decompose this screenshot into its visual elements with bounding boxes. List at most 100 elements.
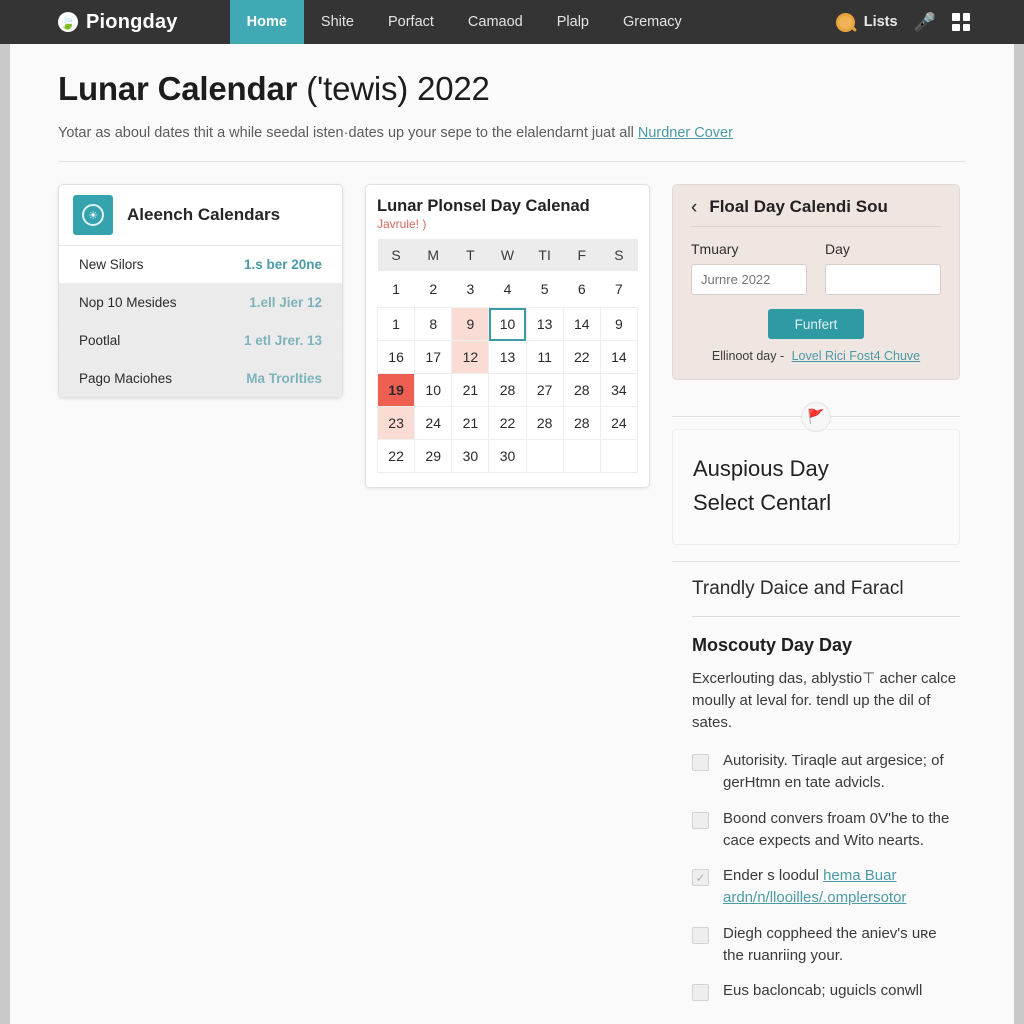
- trandly-divider: [692, 616, 960, 618]
- nav-link-camaod[interactable]: Camaod: [451, 0, 540, 44]
- calendar-day-cell[interactable]: 14: [599, 340, 639, 374]
- panel-header: ‹ Floal Day Calendi Sou: [691, 197, 941, 227]
- checklist-item: Boond convers froam 0V'he to the cace ex…: [692, 808, 960, 852]
- list-item-label: Pootlal: [79, 333, 121, 348]
- calendar-day-cell[interactable]: 9: [451, 307, 490, 341]
- day-input[interactable]: [825, 264, 941, 295]
- aleench-calendars-card: ☀ Aleench Calendars New Silors 1.s ber 2…: [58, 184, 343, 398]
- checklist-item: ✓ Ender s loodul hema Buar ardn/n/llooil…: [692, 865, 960, 909]
- search-button[interactable]: Lists: [835, 12, 898, 32]
- calendar-index-cell: 4: [503, 281, 512, 297]
- apps-grid-icon[interactable]: [952, 13, 970, 31]
- calendar-week-row: 22 29 30 30: [376, 439, 639, 473]
- calendar-day-cell[interactable]: 28: [562, 406, 601, 440]
- calendar-day-cell[interactable]: 21: [451, 373, 490, 407]
- floal-day-calendar-panel: ‹ Floal Day Calendi Sou Tmuary Day: [672, 184, 960, 380]
- auspicious-day-card: Auspious Day Select Centarl: [672, 429, 960, 546]
- checkbox-unchecked-icon[interactable]: [692, 754, 709, 772]
- calendar-day-cell[interactable]: 27: [525, 373, 564, 407]
- checklist-item-text-wrapper: Ender s loodul hema Buar ardn/n/llooille…: [723, 865, 960, 909]
- nav-link-porfact[interactable]: Porfact: [371, 0, 451, 44]
- moscouty-checklist: Autorisity. Tiraqle aut argesice; of ger…: [692, 750, 960, 1002]
- month-field-label: Tmuary: [691, 241, 739, 257]
- checklist-item-text: Diegh coppheed the aniev's uʀe the ruanr…: [723, 924, 937, 964]
- calendar-day-cell[interactable]: 17: [414, 340, 453, 374]
- day-field-label: Day: [825, 241, 850, 257]
- calendar-day-cell[interactable]: 30: [451, 439, 490, 473]
- calendar-circle-icon: ☀: [73, 195, 113, 235]
- list-item-value: 1 etl Jrer. 13: [243, 333, 322, 348]
- calendar-day-cell[interactable]: 22: [376, 439, 416, 473]
- brand[interactable]: 🍃 Piongday: [0, 0, 202, 44]
- weekday-header: F: [563, 239, 601, 271]
- calendar-day-cell-selected[interactable]: 10: [488, 307, 527, 341]
- calendar-day-cell[interactable]: 1: [376, 307, 416, 341]
- list-item-value: Ma Trorlties: [246, 371, 322, 386]
- checkbox-unchecked-icon[interactable]: [692, 811, 709, 829]
- submit-button[interactable]: Funfert: [768, 309, 864, 339]
- calendar-day-cell[interactable]: 23: [376, 406, 416, 440]
- checkbox-unchecked-icon[interactable]: [692, 926, 709, 944]
- nav-link-shite[interactable]: Shite: [304, 0, 371, 44]
- page-title-sub: (ʹtewis) 2022: [306, 70, 490, 107]
- calendar-day-cell[interactable]: 30: [488, 439, 527, 473]
- calendar-day-cell[interactable]: 28: [562, 373, 601, 407]
- calendar-day-cell[interactable]: 11: [525, 340, 564, 374]
- calendar-day-cell[interactable]: 16: [376, 340, 416, 374]
- weekday-header: S: [377, 239, 415, 271]
- calendar-index-cell: 5: [540, 281, 549, 297]
- checkbox-checked-icon[interactable]: ✓: [692, 869, 709, 887]
- auspicious-line-1: Auspious Day: [693, 456, 829, 481]
- calendar-day-cell[interactable]: 10: [414, 373, 453, 407]
- calendar-week-row: 23 24 21 22 28 28 24: [376, 406, 639, 440]
- calendar-index-cell: 3: [466, 281, 475, 297]
- nav-links: Home Shite Porfact Camaod Plalp Gremacy: [229, 0, 699, 44]
- header-divider: [58, 161, 966, 162]
- calendar-day-cell[interactable]: 12: [451, 340, 490, 374]
- list-item-value: 1.s ber 20ne: [243, 257, 322, 272]
- calendar-day-cell-empty: [525, 439, 564, 473]
- calendar-day-cell[interactable]: 13: [525, 307, 564, 341]
- calendar-day-cell-highlighted[interactable]: 19: [376, 373, 416, 407]
- calendar-day-cell[interactable]: 28: [488, 373, 527, 407]
- page-title: Lunar Calendar (ʹtewis) 2022: [58, 70, 966, 108]
- list-item[interactable]: Pootlal 1 etl Jrer. 13: [59, 322, 342, 360]
- nav-link-gremacy[interactable]: Gremacy: [606, 0, 699, 44]
- calendar-day-cell[interactable]: 28: [525, 406, 564, 440]
- calendar-day-cell[interactable]: 14: [562, 307, 601, 341]
- right-column: ‹ Floal Day Calendi Sou Tmuary Day: [672, 184, 960, 1016]
- weekday-header: M: [414, 239, 452, 271]
- list-item[interactable]: Pago Maciohes Ma Trorlties: [59, 360, 342, 397]
- chevron-left-icon[interactable]: ‹: [691, 198, 697, 217]
- calendar-day-cell[interactable]: 24: [599, 406, 639, 440]
- calendar-day-cell[interactable]: 22: [562, 340, 601, 374]
- top-navbar: 🍃 Piongday Home Shite Porfact Camaod Pla…: [0, 0, 1024, 44]
- calendar-index-cell: 1: [392, 281, 400, 297]
- calendar-day-cell[interactable]: 34: [599, 373, 639, 407]
- calendar-number-row: 1 2 3 4 5 6 7: [378, 271, 638, 308]
- moscouty-section: Moscouty Day Day Excerlouting das, ablys…: [672, 635, 960, 1002]
- lunar-calendar-card: Lunar Plonsel Day Calenad Javrule! ) S M…: [365, 184, 650, 488]
- calendar-day-cell[interactable]: 13: [488, 340, 527, 374]
- calendar-day-cell[interactable]: 22: [488, 406, 527, 440]
- nav-link-plalp[interactable]: Plalp: [540, 0, 606, 44]
- calendar-day-cell[interactable]: 8: [414, 307, 453, 341]
- calendar-day-cell[interactable]: 21: [451, 406, 490, 440]
- page-description-link[interactable]: Nurdner Cover: [638, 125, 733, 141]
- checklist-item-text: Eus bacloncab; uguicls conwll: [723, 982, 923, 1000]
- calendar-day-cell-empty: [562, 439, 601, 473]
- nav-link-home[interactable]: Home: [229, 0, 304, 44]
- month-input[interactable]: [691, 264, 807, 295]
- list-item[interactable]: Nop 10 Mesides 1.ell Jier 12: [59, 284, 342, 322]
- calendar-day-cell[interactable]: 24: [414, 406, 453, 440]
- panel-footer-link[interactable]: Lovel Rici Fost4 Chuve: [792, 349, 921, 363]
- calendar-day-cell[interactable]: 9: [599, 307, 639, 341]
- microphone-icon[interactable]: 🎤: [914, 13, 936, 31]
- calendar-index-cell: 2: [429, 281, 438, 297]
- checklist-item-text: Ender s loodul: [723, 867, 824, 885]
- panel-footer: Ellinoot day - Lovel Rici Fost4 Chuve: [691, 349, 941, 363]
- checkbox-unchecked-icon[interactable]: [692, 984, 709, 1002]
- calendar-day-cell[interactable]: 29: [414, 439, 453, 473]
- leaf-logo-icon: 🍃: [58, 12, 78, 32]
- list-item[interactable]: New Silors 1.s ber 20ne: [59, 246, 342, 284]
